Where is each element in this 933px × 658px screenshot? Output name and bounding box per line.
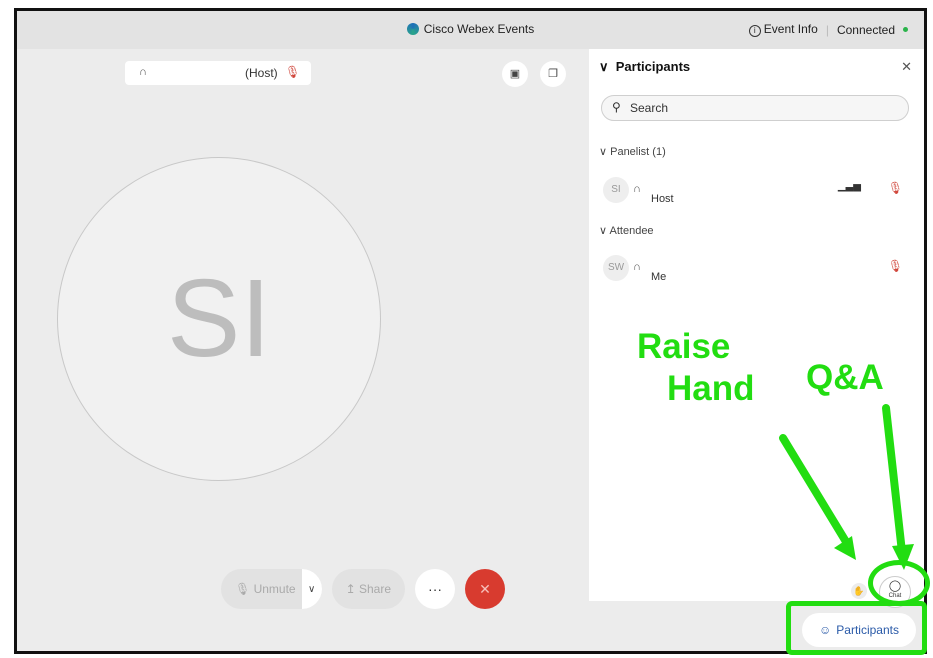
qa-arrow-head: [892, 544, 914, 570]
qa-arrow: [882, 404, 906, 556]
annotation-arrows: [779, 404, 914, 570]
raise-hand-arrow: [779, 434, 852, 549]
